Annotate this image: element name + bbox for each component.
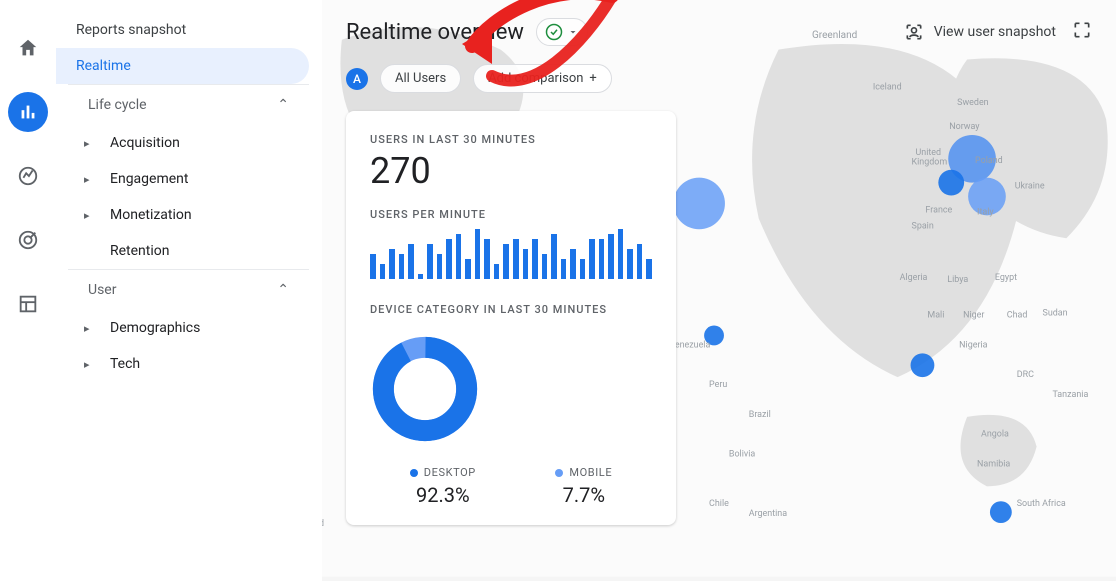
sidebar-nav: Reports snapshot Realtime Life cycle ⌃ ▸… bbox=[56, 0, 322, 581]
svg-text:Chile: Chile bbox=[709, 499, 729, 509]
legend-dot-desktop bbox=[410, 469, 418, 477]
device-category-label: DEVICE CATEGORY IN LAST 30 MINUTES bbox=[370, 303, 652, 316]
svg-text:Libya: Libya bbox=[947, 275, 968, 285]
svg-text:Italy: Italy bbox=[977, 207, 994, 217]
users-per-minute-chart bbox=[370, 229, 652, 279]
status-verified-chip[interactable] bbox=[536, 18, 588, 46]
caret-right-icon: ▸ bbox=[84, 358, 92, 371]
page-title: Realtime overview bbox=[346, 20, 524, 45]
view-user-snapshot-button[interactable]: View user snapshot bbox=[904, 22, 1056, 42]
checkmark-circle-icon bbox=[545, 23, 563, 41]
reports-icon[interactable] bbox=[8, 92, 48, 132]
caret-right-icon: ▸ bbox=[84, 137, 92, 150]
fullscreen-button[interactable] bbox=[1072, 20, 1092, 44]
svg-text:South Africa: South Africa bbox=[1017, 499, 1066, 509]
svg-text:Ukraine: Ukraine bbox=[1015, 182, 1045, 192]
svg-text:Sudan: Sudan bbox=[1043, 309, 1068, 319]
svg-text:Zealand: Zealand bbox=[322, 519, 324, 529]
svg-text:United: United bbox=[916, 148, 942, 158]
sidebar-section-user[interactable]: User ⌃ bbox=[68, 269, 309, 310]
svg-text:Namibia: Namibia bbox=[977, 459, 1010, 469]
svg-text:France: France bbox=[925, 205, 952, 215]
svg-text:Brazil: Brazil bbox=[749, 410, 771, 420]
library-icon[interactable] bbox=[8, 284, 48, 324]
sidebar-item-tech[interactable]: ▸Tech bbox=[56, 346, 321, 382]
svg-text:DRC: DRC bbox=[1017, 370, 1034, 380]
svg-text:Poland: Poland bbox=[975, 156, 1003, 166]
sidebar-section-label: User bbox=[88, 282, 116, 298]
sidebar-item-retention[interactable]: Retention bbox=[56, 233, 321, 269]
users-last-30-value: 270 bbox=[370, 150, 652, 192]
segment-badge: A bbox=[346, 68, 368, 90]
sidebar-item-realtime[interactable]: Realtime bbox=[56, 48, 309, 84]
legend-desktop: DESKTOP 92.3% bbox=[410, 466, 476, 507]
explore-icon[interactable] bbox=[8, 156, 48, 196]
sidebar-section-lifecycle[interactable]: Life cycle ⌃ bbox=[68, 84, 309, 125]
sidebar-item-engagement[interactable]: ▸Engagement bbox=[56, 161, 321, 197]
svg-text:Spain: Spain bbox=[912, 221, 934, 231]
users-per-minute-label: USERS PER MINUTE bbox=[370, 208, 652, 221]
add-comparison-chip[interactable]: Add comparison + bbox=[473, 64, 612, 93]
main-content: Iceland Sweden Norway UnitedKingdom Pola… bbox=[322, 0, 1116, 581]
svg-text:Algeria: Algeria bbox=[900, 273, 928, 283]
users-last-30-label: USERS IN LAST 30 MINUTES bbox=[370, 133, 652, 146]
caret-right-icon: ▸ bbox=[84, 173, 92, 186]
home-icon[interactable] bbox=[8, 28, 48, 68]
chevron-up-icon: ⌃ bbox=[277, 97, 289, 113]
user-scan-icon bbox=[904, 22, 924, 42]
svg-text:Kingdom: Kingdom bbox=[912, 158, 948, 168]
caret-right-icon: ▸ bbox=[84, 322, 92, 335]
svg-text:Chad: Chad bbox=[1007, 311, 1028, 321]
plus-icon: + bbox=[589, 71, 596, 86]
svg-text:Egypt: Egypt bbox=[995, 273, 1017, 283]
device-category-donut bbox=[370, 334, 480, 444]
chevron-up-icon: ⌃ bbox=[277, 282, 289, 298]
icon-rail bbox=[0, 0, 56, 581]
svg-text:Tanzania: Tanzania bbox=[1052, 390, 1088, 400]
sidebar-item-demographics[interactable]: ▸Demographics bbox=[56, 310, 321, 346]
sidebar-section-label: Life cycle bbox=[88, 97, 147, 113]
svg-text:Mali: Mali bbox=[927, 311, 944, 321]
svg-text:Angola: Angola bbox=[981, 430, 1009, 440]
sidebar-item-acquisition[interactable]: ▸Acquisition bbox=[56, 125, 321, 161]
caret-right-icon: ▸ bbox=[84, 209, 92, 222]
realtime-users-card: USERS IN LAST 30 MINUTES 270 USERS PER M… bbox=[346, 111, 676, 525]
advertising-icon[interactable] bbox=[8, 220, 48, 260]
svg-text:Argentina: Argentina bbox=[749, 509, 787, 519]
svg-text:Norway: Norway bbox=[949, 122, 980, 132]
svg-text:Niger: Niger bbox=[963, 311, 984, 321]
svg-text:Bolivia: Bolivia bbox=[729, 450, 755, 460]
all-users-chip[interactable]: All Users bbox=[380, 64, 461, 93]
sidebar-item-reports-snapshot[interactable]: Reports snapshot bbox=[56, 12, 321, 48]
caret-down-icon bbox=[567, 26, 579, 38]
svg-text:Peru: Peru bbox=[709, 380, 727, 390]
sidebar-item-monetization[interactable]: ▸Monetization bbox=[56, 197, 321, 233]
legend-mobile: MOBILE 7.7% bbox=[555, 466, 612, 507]
legend-dot-mobile bbox=[555, 469, 563, 477]
svg-text:Nigeria: Nigeria bbox=[959, 340, 987, 350]
